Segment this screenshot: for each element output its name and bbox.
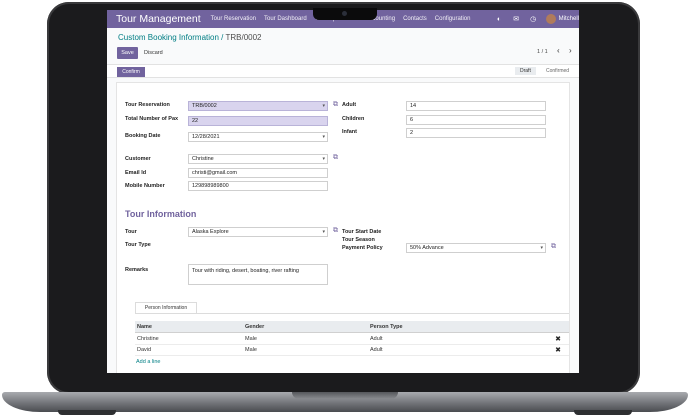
form-sheet: Tour Reservation TRB/0002 ▾ ⧉ Total Numbe… (116, 82, 570, 373)
avatar[interactable] (545, 14, 556, 24)
row-name: Christine (137, 336, 159, 342)
customer-value: Christine (192, 156, 214, 162)
mobile-field[interactable]: 129898989800 (188, 181, 328, 191)
tour-start-date-label: Tour Start Date (342, 229, 382, 235)
mobile-label: Mobile Number (125, 183, 165, 189)
app-title[interactable]: Tour Management (116, 13, 201, 25)
tour-label: Tour (125, 229, 137, 235)
row-person-type: Adult (370, 336, 383, 342)
discard-button[interactable]: Discard (141, 47, 166, 59)
tour-field[interactable]: Alaska Explore ▾ (188, 227, 328, 237)
screen: Tour Management Tour Reservation Tour Da… (107, 10, 579, 373)
breadcrumb-current: TRB/0002 (225, 33, 262, 42)
row-name: David (137, 347, 152, 353)
remarks-field[interactable]: Tour with riding, desert, boating, river… (188, 264, 328, 285)
breadcrumb: Custom Booking Information / TRB/0002 (118, 33, 262, 42)
confirm-button[interactable]: Confirm (117, 67, 145, 77)
stage-draft[interactable]: Draft (515, 67, 536, 75)
email-field[interactable]: christi@gmail.com (188, 168, 328, 178)
breadcrumb-parent[interactable]: Custom Booking Information (118, 33, 219, 42)
stage-confirmed[interactable]: Confirmed (546, 68, 569, 74)
remarks-label: Remarks (125, 267, 149, 273)
adult-label: Adult (342, 102, 357, 108)
tour-season-label: Tour Season (342, 237, 375, 243)
tour-reservation-field[interactable]: TRB/0002 ▾ (188, 101, 328, 111)
chat-icon[interactable]: ✉ (512, 15, 521, 24)
customer-label: Customer (125, 156, 151, 162)
user-name[interactable]: Mitchell (559, 16, 579, 22)
delete-icon[interactable]: ✖ (555, 335, 561, 343)
delete-icon[interactable]: ✖ (555, 346, 561, 354)
tab-divider (135, 313, 569, 314)
pager-value: 1 / 1 (537, 49, 548, 55)
adult-field[interactable]: 14 (406, 101, 546, 111)
laptop-foot-right (574, 410, 632, 415)
navbar-right: ◐ ✉ ◷ Mitchell (495, 10, 579, 28)
table-row[interactable]: David Male Adult ✖ (135, 345, 569, 356)
tour-value: Alaska Explore (192, 229, 229, 235)
payment-policy-label: Payment Policy (342, 245, 383, 251)
children-label: Children (342, 116, 365, 122)
external-link-icon[interactable]: ⧉ (551, 243, 556, 251)
infant-label: Infant (342, 129, 357, 135)
tour-type-label: Tour Type (125, 242, 151, 248)
table-row[interactable]: Christine Male Adult ✖ (135, 334, 569, 345)
chevron-down-icon: ▾ (322, 134, 325, 140)
row-gender: Male (245, 347, 257, 353)
email-label: Email Id (125, 170, 147, 176)
pax-label: Total Number of Pax (125, 116, 179, 122)
tour-reservation-value: TRB/0002 (192, 103, 217, 109)
add-line-link[interactable]: Add a line (136, 359, 160, 365)
external-link-icon[interactable]: ⧉ (333, 227, 338, 235)
tour-reservation-label: Tour Reservation (125, 102, 170, 108)
status-icon[interactable]: ◐ (495, 15, 504, 24)
camera-notch (313, 8, 377, 20)
booking-date-field[interactable]: 12/28/2021 ▾ (188, 132, 328, 142)
row-gender: Male (245, 336, 257, 342)
customer-field[interactable]: Christine ▾ (188, 154, 328, 164)
chevron-down-icon: ▾ (540, 245, 543, 251)
external-link-icon[interactable]: ⧉ (333, 154, 338, 162)
person-table-header: Name Gender Person Type (135, 321, 569, 333)
menu-tour-dashboard[interactable]: Tour Dashboard (264, 16, 307, 22)
booking-date-label: Booking Date (125, 133, 161, 139)
infant-field[interactable]: 2 (406, 128, 546, 138)
payment-policy-field[interactable]: 50% Advance ▾ (406, 243, 546, 253)
chevron-down-icon: ▾ (322, 229, 325, 235)
external-link-icon[interactable]: ⧉ (333, 101, 338, 109)
menu-contacts[interactable]: Contacts (403, 16, 427, 22)
menu-tour-reservation[interactable]: Tour Reservation (211, 16, 256, 22)
laptop-foot-left (58, 410, 116, 415)
chevron-down-icon: ▾ (322, 156, 325, 162)
save-button[interactable]: Save (117, 47, 138, 59)
status-bar: Confirm Draft Confirmed (107, 64, 579, 78)
payment-policy-value: 50% Advance (410, 245, 444, 251)
menu-configuration[interactable]: Configuration (435, 16, 471, 22)
column-name[interactable]: Name (137, 324, 152, 330)
pax-field[interactable]: 22 (188, 116, 328, 126)
row-person-type: Adult (370, 347, 383, 353)
tour-information-title: Tour Information (125, 209, 197, 219)
chevron-down-icon: ▾ (322, 103, 325, 109)
camera-icon (342, 11, 347, 16)
children-field[interactable]: 6 (406, 115, 546, 125)
column-gender[interactable]: Gender (245, 324, 264, 330)
column-person-type[interactable]: Person Type (370, 324, 403, 330)
booking-date-value: 12/28/2021 (192, 134, 220, 140)
laptop-base-notch (292, 392, 398, 399)
clock-icon[interactable]: ◷ (529, 15, 538, 24)
pager-prev-icon[interactable]: ‹ (557, 46, 560, 55)
pager-next-icon[interactable]: › (569, 46, 572, 55)
